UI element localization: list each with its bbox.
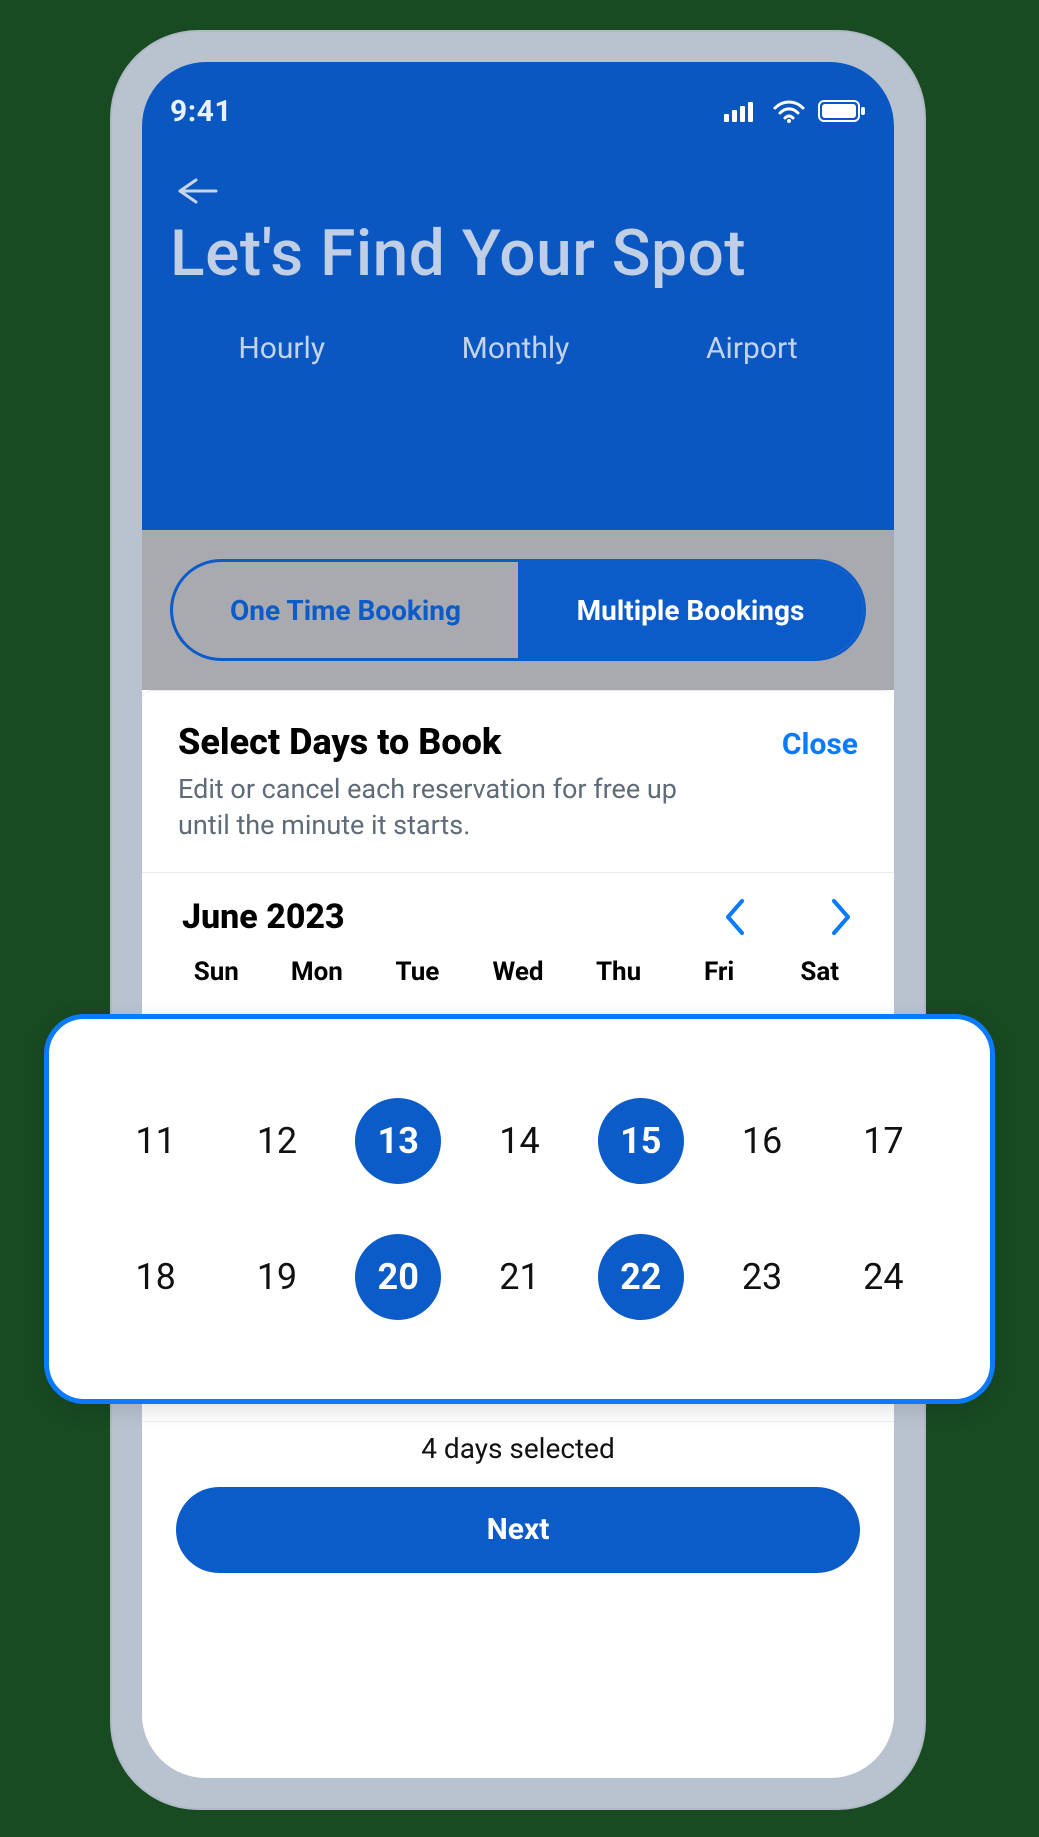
page-title: Let's Find Your Spot [170,216,866,291]
calendar-day[interactable]: 15 [580,1098,701,1184]
toggle-one-time[interactable]: One Time Booking [173,562,518,658]
wifi-icon [772,99,806,123]
calendar-day[interactable]: 14 [459,1098,580,1184]
signal-icon [724,100,760,122]
booking-mode-toggle[interactable]: One Time Booking Multiple Bookings [170,559,866,661]
calendar-day[interactable]: 21 [459,1234,580,1320]
tab-airport[interactable]: Airport [698,325,806,372]
dow-mon: Mon [267,957,368,987]
dow-sat: Sat [769,957,870,987]
calendar-day[interactable]: 22 [580,1234,701,1320]
calendar-day[interactable]: 17 [823,1098,944,1184]
booking-mode-bar: One Time Booking Multiple Bookings [142,530,894,690]
sheet-subtitle: Edit or cancel each reservation for free… [178,771,698,844]
toggle-multiple[interactable]: Multiple Bookings [518,562,863,658]
next-button[interactable]: Next [176,1487,860,1573]
sheet-title: Select Days to Book [178,721,698,763]
status-bar: 9:41 [170,84,866,138]
calendar-day[interactable]: 13 [338,1098,459,1184]
selected-weeks-overlay: 11121314151617 18192021222324 [44,1014,995,1404]
tab-monthly[interactable]: Monthly [454,325,578,372]
status-icons [724,99,866,123]
calendar-day[interactable]: 11 [95,1098,216,1184]
month-label: June 2023 [182,897,345,937]
next-month-button[interactable] [828,897,854,937]
battery-icon [818,100,866,122]
status-time: 9:41 [170,94,232,129]
dow-tue: Tue [367,957,468,987]
dow-fri: Fri [669,957,770,987]
prev-month-button[interactable] [722,897,748,937]
calendar-day[interactable]: 16 [701,1098,822,1184]
calendar-week: 11121314151617 [95,1086,944,1196]
back-button[interactable] [176,176,866,206]
calendar-day[interactable]: 12 [216,1098,337,1184]
category-tabs: Hourly Monthly Airport [170,325,866,372]
app-header: 9:41 Le [142,62,894,552]
calendar-day[interactable]: 19 [216,1234,337,1320]
dow-thu: Thu [568,957,669,987]
calendar-day[interactable]: 23 [701,1234,822,1320]
tab-hourly[interactable]: Hourly [230,325,333,372]
calendar-week: 18192021222324 [95,1222,944,1332]
dow-sun: Sun [166,957,267,987]
day-of-week-header: Sun Mon Tue Wed Thu Fri Sat [142,937,894,987]
calendar-day[interactable]: 24 [823,1234,944,1320]
selection-caption: 4 days selected [142,1421,894,1473]
dow-wed: Wed [468,957,569,987]
phone-frame: 9:41 Le [110,30,926,1810]
close-button[interactable]: Close [782,721,858,762]
screen: 9:41 Le [142,62,894,1778]
calendar-day[interactable]: 18 [95,1234,216,1320]
calendar-day[interactable]: 20 [338,1234,459,1320]
